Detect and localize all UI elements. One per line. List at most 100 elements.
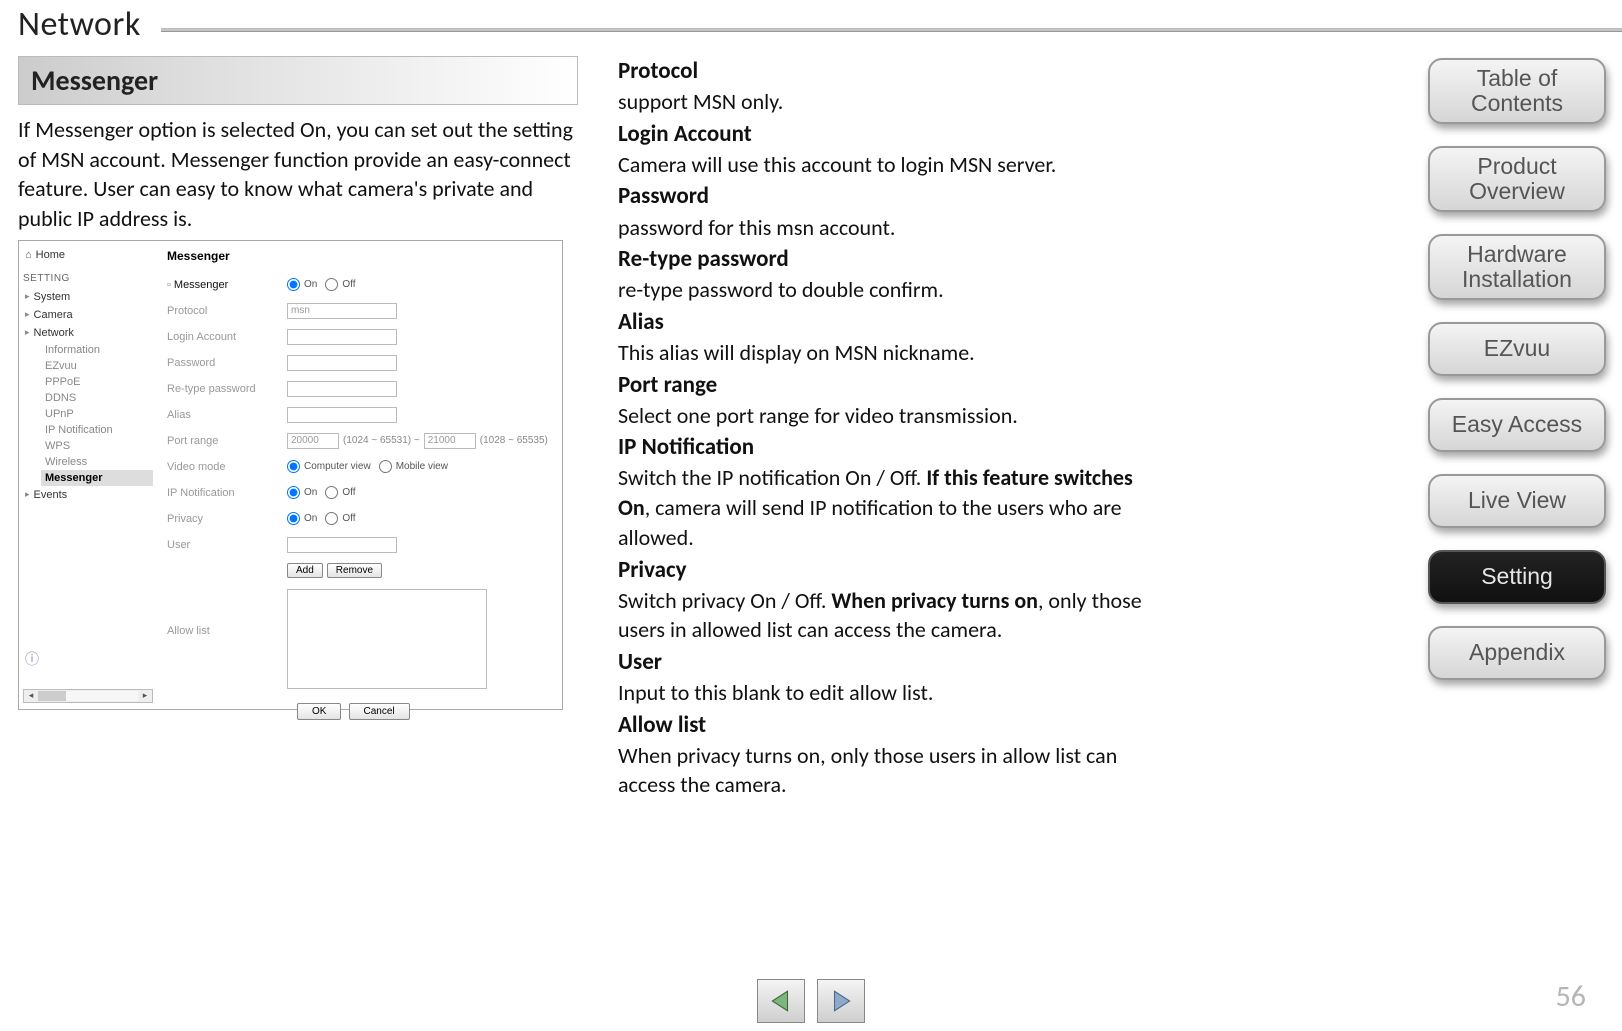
row-messenger-label: Messenger — [167, 279, 287, 291]
row-user-label: User — [167, 539, 287, 551]
privacy-on-radio[interactable] — [287, 512, 300, 525]
triangle-right-icon — [828, 988, 854, 1014]
videomode-computer-radio[interactable] — [287, 460, 300, 473]
def-body-password: password for this msn account. — [618, 213, 1158, 243]
videomode-mobile-radio[interactable] — [379, 460, 392, 473]
row-portrange-label: Port range — [167, 435, 287, 447]
scroll-track[interactable] — [38, 691, 138, 701]
privacy-off-radio[interactable] — [325, 512, 338, 525]
def-term-portrange: Port range — [618, 370, 1158, 401]
page-title-bar: Network — [0, 0, 1622, 48]
port-lo-input[interactable] — [287, 433, 339, 449]
sidebar-sub-pppoe[interactable]: PPPoE — [23, 374, 153, 390]
nav-product-overview[interactable]: Product Overview — [1428, 146, 1606, 212]
section-header: Messenger — [18, 56, 578, 105]
nav-ezvuu[interactable]: EZvuu — [1428, 322, 1606, 376]
sidebar-item-events[interactable]: Events — [23, 486, 153, 504]
def-body-allowlist: When privacy turns on, only those users … — [618, 741, 1158, 800]
def-body-protocol: support MSN only. — [618, 87, 1158, 117]
cancel-button[interactable]: Cancel — [349, 703, 410, 720]
messenger-on-label: On — [304, 279, 317, 290]
row-videomode-label: Video mode — [167, 461, 287, 473]
ipnotif-off-radio[interactable] — [325, 486, 338, 499]
add-button[interactable]: Add — [287, 563, 323, 578]
def-term-login: Login Account — [618, 119, 1158, 150]
setting-label: SETTING — [23, 269, 153, 288]
password-input[interactable] — [287, 355, 397, 371]
nav-easy-access[interactable]: Easy Access — [1428, 398, 1606, 452]
def-term-allowlist: Allow list — [618, 710, 1158, 741]
sidebar-sub-wireless[interactable]: Wireless — [23, 454, 153, 470]
sidebar-sub-ddns[interactable]: DDNS — [23, 390, 153, 406]
def-term-repassword: Re-type password — [618, 244, 1158, 275]
title-rule — [161, 28, 1622, 32]
def-term-ipnotif: IP Notification — [618, 432, 1158, 463]
sidebar-sub-wps[interactable]: WPS — [23, 438, 153, 454]
sidebar-item-network[interactable]: Network — [23, 324, 153, 342]
def-body-ipnotif: Switch the IP notification On / Off. If … — [618, 463, 1158, 552]
row-login-label: Login Account — [167, 331, 287, 343]
allow-list-box[interactable] — [287, 589, 487, 689]
page-title: Network — [18, 4, 141, 45]
remove-button[interactable]: Remove — [327, 563, 382, 578]
nav-setting[interactable]: Setting — [1428, 550, 1606, 604]
sidebar-sub-ezvuu[interactable]: EZvuu — [23, 358, 153, 374]
def-term-alias: Alias — [618, 307, 1158, 338]
port-hi-input[interactable] — [424, 433, 476, 449]
def-body-alias: This alias will display on MSN nickname. — [618, 338, 1158, 368]
settings-screenshot: Home SETTING System Camera Network Infor… — [18, 240, 563, 710]
row-protocol-label: Protocol — [167, 305, 287, 317]
sidebar-sub-ipnotif[interactable]: IP Notification — [23, 422, 153, 438]
form-title: Messenger — [167, 249, 552, 263]
side-nav: Table of Contents Product Overview Hardw… — [1428, 58, 1606, 680]
def-body-login: Camera will use this account to login MS… — [618, 150, 1158, 180]
sidebar-item-camera[interactable]: Camera — [23, 306, 153, 324]
repassword-input[interactable] — [287, 381, 397, 397]
user-input[interactable] — [287, 537, 397, 553]
privacy-off-label: Off — [342, 513, 355, 524]
nav-appendix[interactable]: Appendix — [1428, 626, 1606, 680]
nav-toc[interactable]: Table of Contents — [1428, 58, 1606, 124]
nav-live-view[interactable]: Live View — [1428, 474, 1606, 528]
screenshot-sidebar: Home SETTING System Camera Network Infor… — [19, 241, 157, 709]
screenshot-form: Messenger Messenger On Off Protocol Logi… — [157, 241, 562, 709]
next-page-button[interactable] — [817, 979, 865, 1023]
sidebar-scrollbar[interactable]: ◂ ▸ — [23, 689, 153, 703]
row-password-label: Password — [167, 357, 287, 369]
sidebar-sub-information[interactable]: Information — [23, 342, 153, 358]
sidebar-item-system[interactable]: System — [23, 288, 153, 306]
home-link[interactable]: Home — [23, 247, 153, 269]
main-columns: Messenger If Messenger option is selecte… — [0, 48, 1622, 802]
ipnotif-on-radio[interactable] — [287, 486, 300, 499]
def-term-protocol: Protocol — [618, 56, 1158, 87]
def-body-portrange: Select one port range for video transmis… — [618, 401, 1158, 431]
pager — [757, 979, 865, 1023]
alias-input[interactable] — [287, 407, 397, 423]
sidebar-sub-upnp[interactable]: UPnP — [23, 406, 153, 422]
sidebar-sub-messenger[interactable]: Messenger — [41, 470, 153, 486]
def-body-privacy: Switch privacy On / Off. When privacy tu… — [618, 586, 1158, 645]
row-privacy-label: Privacy — [167, 513, 287, 525]
help-icon[interactable]: ⓘ — [25, 649, 39, 669]
scroll-right-icon[interactable]: ▸ — [138, 690, 152, 701]
def-term-privacy: Privacy — [618, 555, 1158, 586]
videomode-computer-label: Computer view — [304, 461, 371, 472]
protocol-input[interactable] — [287, 303, 397, 319]
def-body-user: Input to this blank to edit allow list. — [618, 678, 1158, 708]
intro-text: If Messenger option is selected On, you … — [18, 115, 578, 234]
login-account-input[interactable] — [287, 329, 397, 345]
scroll-thumb[interactable] — [38, 691, 66, 701]
messenger-off-radio[interactable] — [325, 278, 338, 291]
prev-page-button[interactable] — [757, 979, 805, 1023]
left-column: Messenger If Messenger option is selecte… — [18, 56, 578, 802]
def-body-repassword: re-type password to double confirm. — [618, 275, 1158, 305]
port-lo-hint: (1024 ~ 65531) ~ — [343, 435, 420, 446]
def-term-password: Password — [618, 181, 1158, 212]
scroll-left-icon[interactable]: ◂ — [24, 690, 38, 701]
ipnotif-on-label: On — [304, 487, 317, 498]
messenger-on-radio[interactable] — [287, 278, 300, 291]
definitions-column: Protocol support MSN only. Login Account… — [578, 56, 1158, 802]
nav-hardware-installation[interactable]: Hardware Installation — [1428, 234, 1606, 300]
ok-button[interactable]: OK — [297, 703, 341, 720]
page-number: 56 — [1556, 978, 1586, 1015]
